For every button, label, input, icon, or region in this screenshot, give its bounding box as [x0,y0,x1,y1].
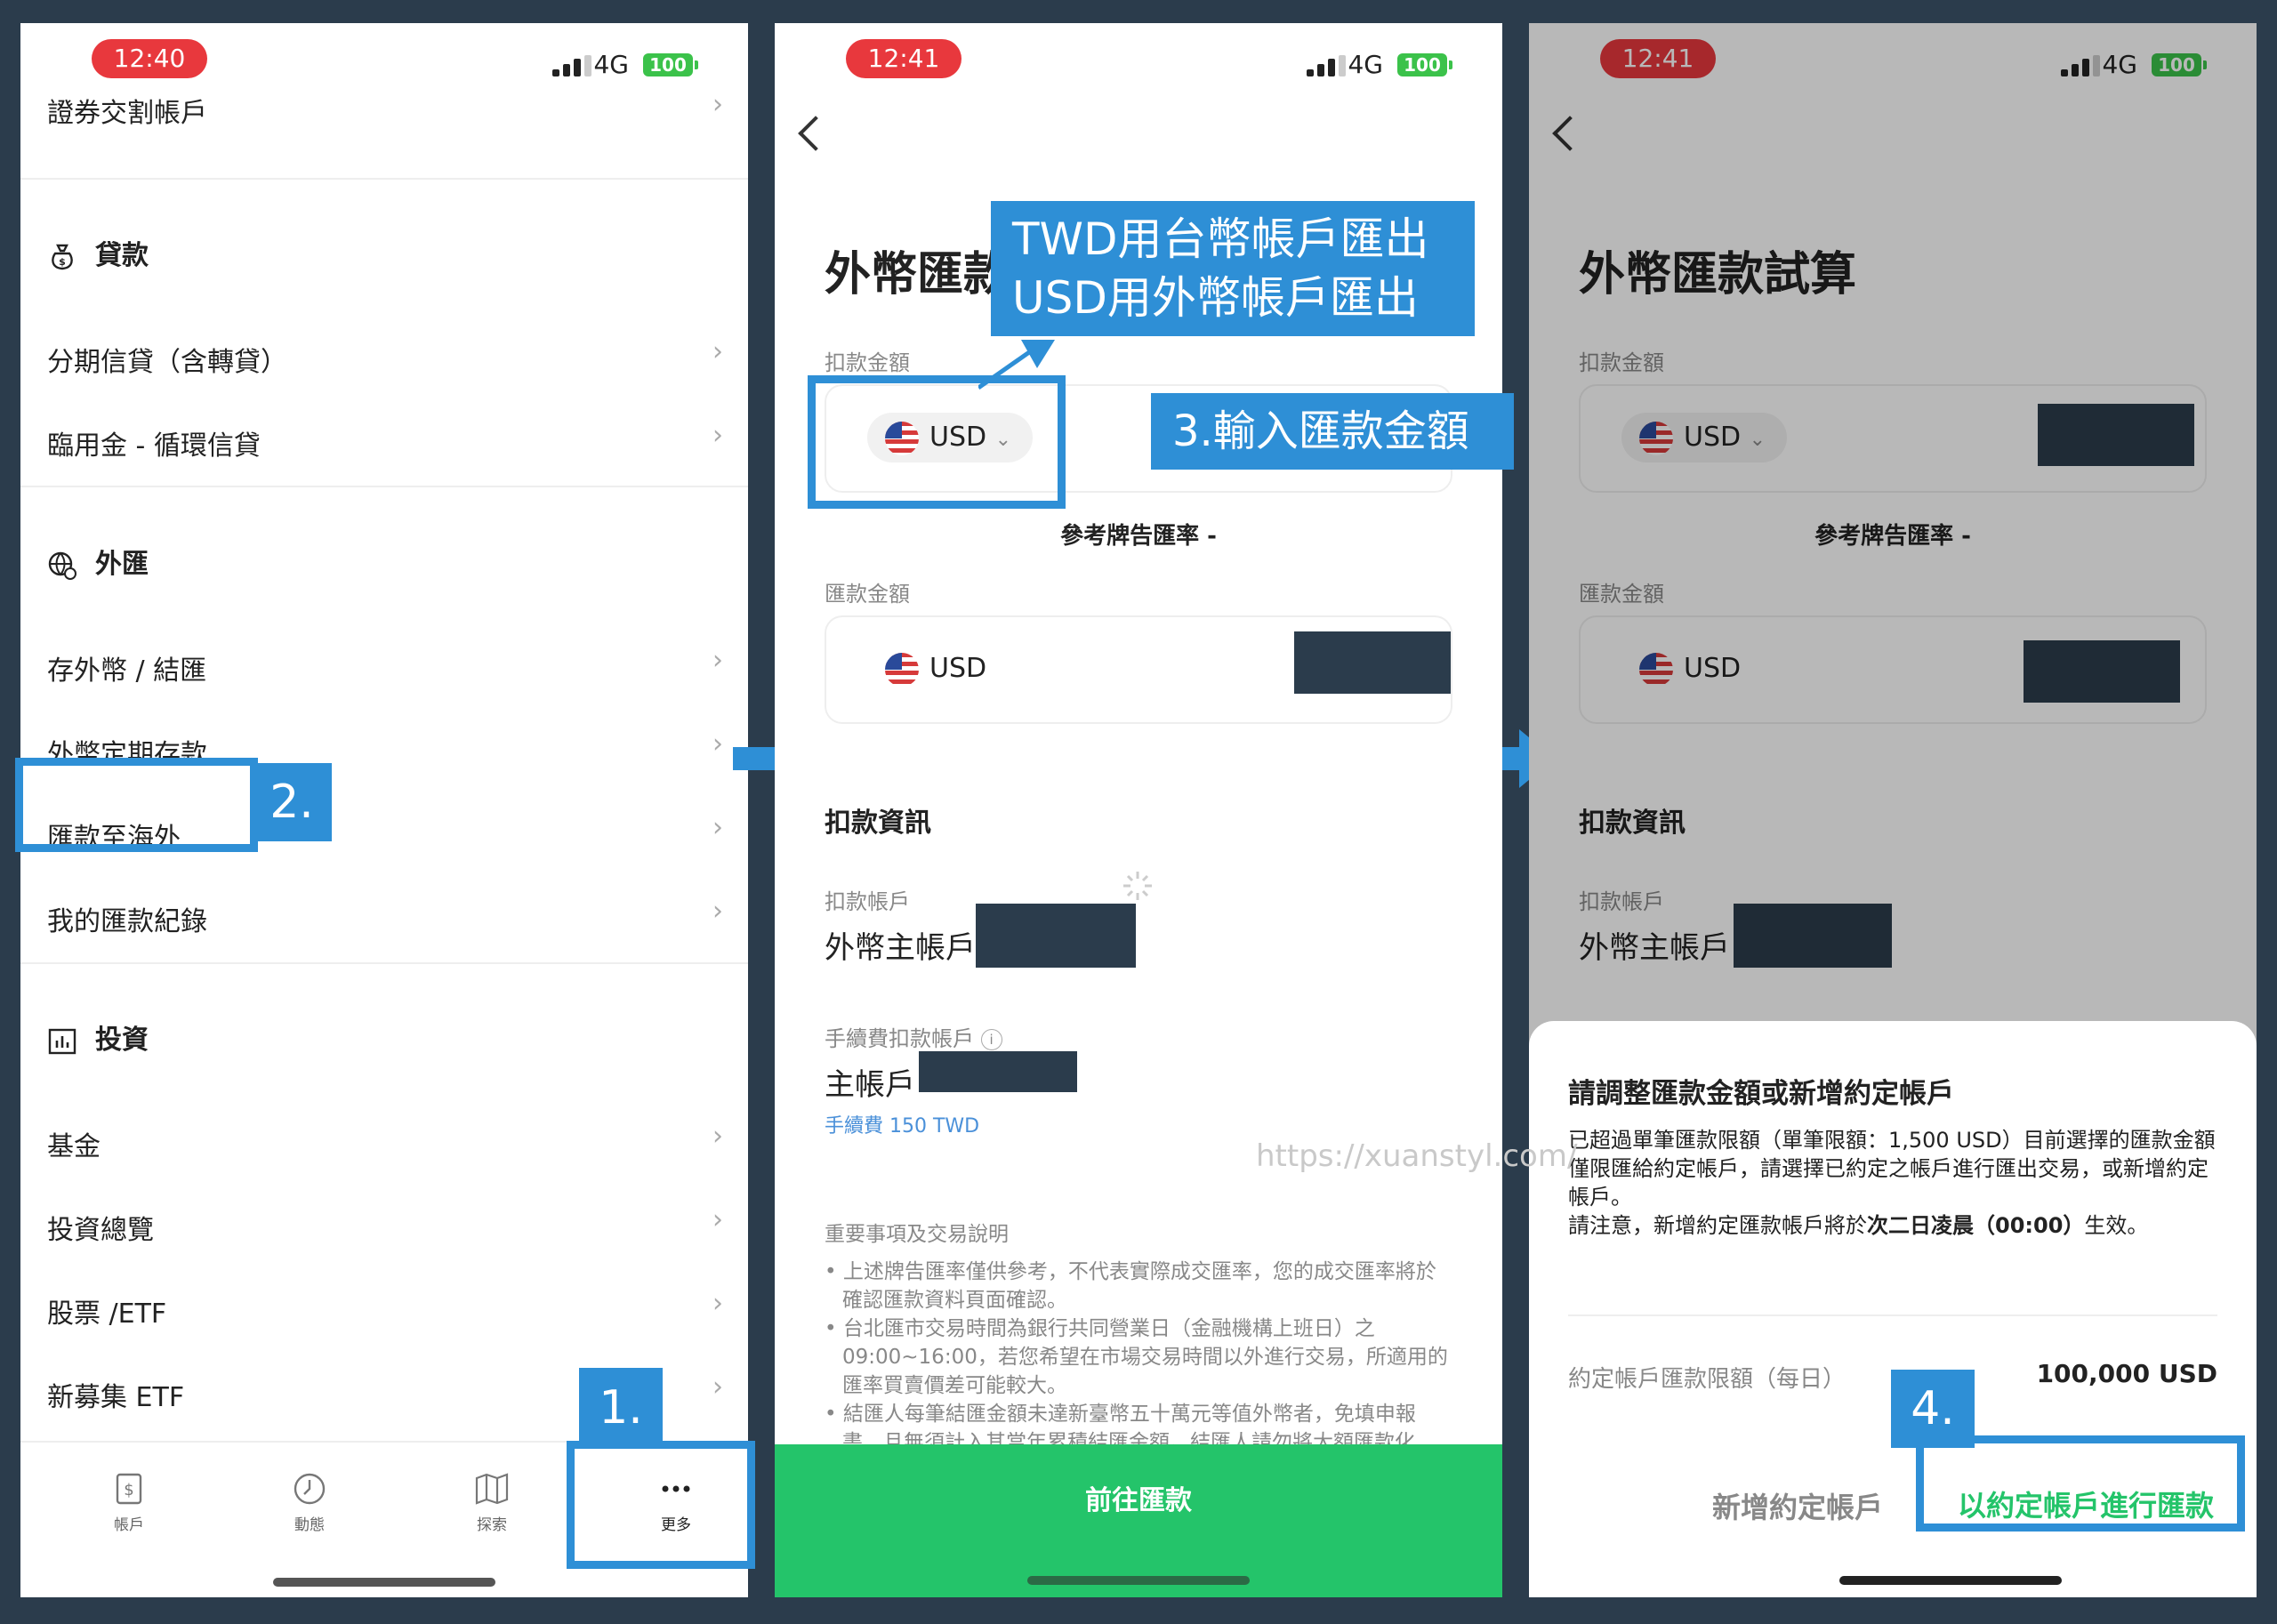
step-2-callout: 2. [252,763,332,841]
info-icon[interactable]: i [980,1029,1002,1050]
tab-explore[interactable]: 探索 [439,1469,545,1534]
tab-account[interactable]: $ 帳戶 [76,1469,182,1534]
chevron-right-icon: › [712,420,723,451]
dollar-icon: $ [116,1473,142,1505]
menu-item-label: 證券交割帳戶 [47,98,207,129]
divider [20,178,748,180]
chevron-right-icon: › [712,1204,723,1235]
section-title-invest: 投資 [47,1017,149,1057]
fee-link[interactable]: 手續費 150 TWD [825,1110,979,1138]
currency-display: USD [867,644,1008,694]
go-remit-button[interactable]: 前往匯款 [775,1444,1502,1597]
menu-item-label: 臨用金 - 循環信貸 [47,430,261,462]
home-indicator [1027,1576,1250,1585]
chevron-right-icon: › [712,728,723,760]
menu-item-label: 存外幣 / 結匯 [47,655,207,687]
network-label: 4G [1348,50,1383,79]
limit-value: 100,000 USD [2036,1359,2217,1388]
divider [20,486,748,487]
step-4-callout: 4. [1891,1370,1975,1448]
chevron-right-icon: › [712,1288,723,1319]
svg-text:$: $ [59,256,66,268]
phone-screen-limit-sheet: 12:41 4G 100 外幣匯款試算 扣款金額 USD ⌄ 參考牌告匯率 - … [1529,23,2257,1597]
section-title-debit-info: 扣款資訊 [825,808,931,839]
clock-icon [294,1473,326,1505]
svg-text:$: $ [124,1481,133,1499]
fee-account-label: 手續費扣款帳戶 i [825,1021,1002,1052]
menu-item-invest-overview[interactable]: 投資總覽 › [20,1183,748,1266]
signal-icon [552,55,591,76]
notes-section: 重要事項及交易說明 • 上述牌告匯率僅供參考，不代表實際成交匯率，您的成交匯率將… [825,1220,1456,1457]
tab-activity[interactable]: 動態 [256,1469,363,1534]
chevron-right-icon: › [712,89,723,120]
sheet-body: 已超過單筆匯款限額（單筆限額：1,500 USD）目前選擇的匯款金額僅限匯給約定… [1568,1128,2216,1238]
remit-amount-field[interactable]: USD [825,615,1452,724]
map-icon [475,1473,509,1505]
menu-item-label: 投資總覽 [47,1215,154,1246]
battery-icon: 100 [1397,53,1452,76]
menu-item-label: 股票 /ETF [47,1298,167,1330]
home-indicator [1839,1576,2063,1585]
chart-icon [48,1028,76,1054]
note-item: • 台北匯市交易時間為銀行共同營業日（金融機構上班日）之 09:00~16:00… [825,1317,1448,1397]
highlight-remit-overseas [15,758,258,852]
section-title-fx: 外匯 [47,542,149,581]
status-time: 12:40 [92,39,207,78]
notes-title: 重要事項及交易說明 [825,1223,1009,1246]
divider [20,962,748,964]
globe-exchange-icon [48,551,76,580]
menu-item-label: 分期信貸（含轉貸） [47,347,287,378]
highlight-remit-designated-button [1916,1435,2245,1532]
remit-amount-label: 匯款金額 [825,582,910,607]
battery-icon: 100 [643,53,698,76]
menu-item-label: 新募集 ETF [47,1382,185,1413]
debit-amount-label: 扣款金額 [825,350,910,375]
fee-account-value: 主帳戶 [825,1067,915,1103]
section-title-loans: $ 貸款 [47,233,149,272]
redacted-amount [1294,631,1451,694]
menu-item-label: 我的匯款紀錄 [47,906,207,937]
signal-icon [1307,55,1346,76]
add-designated-account-button[interactable]: 新增約定帳戶 [1712,1485,1883,1526]
status-time: 12:41 [846,39,961,78]
watermark: https://xuanstyl.com/ [1256,1138,1578,1174]
back-arrow-icon[interactable] [798,116,833,151]
limit-label: 約定帳戶匯款限額（每日） [1568,1366,1847,1393]
highlight-more-tab [567,1441,755,1569]
chevron-right-icon: › [712,1121,723,1152]
menu-item-stock-etf[interactable]: 股票 /ETF › [20,1266,748,1350]
debit-account-value[interactable]: 外幣主帳戶 [825,923,976,967]
step-1-callout: 1. [579,1368,663,1448]
divider [1568,1314,2217,1316]
redacted-account [976,904,1136,968]
network-label: 4G [593,50,629,79]
money-bag-icon: $ [52,244,73,269]
debit-account-label: 扣款帳戶 [825,889,910,914]
loading-spinner-icon [1123,872,1152,900]
chevron-right-icon: › [712,896,723,927]
menu-item-revolving-credit[interactable]: 臨用金 - 循環信貸 › [20,398,748,482]
currency-note-callout: TWD用台幣帳戶匯出 USD用外幣帳戶匯出 [991,201,1475,336]
status-bar: 12:41 4G 100 [775,23,1502,103]
reference-rate: 參考牌告匯率 - [1060,523,1217,550]
chevron-right-icon: › [712,336,723,367]
chevron-right-icon: › [712,812,723,843]
step-3-callout: 3.輸入匯款金額 [1151,393,1514,470]
arrow-up-right-icon [978,340,1055,390]
menu-item-securities[interactable]: 證券交割帳戶 › [20,89,748,153]
menu-item-label: 基金 [47,1131,101,1162]
menu-item-installment-loan[interactable]: 分期信貸（含轉貸） › [20,315,748,398]
chevron-right-icon: › [712,645,723,676]
sheet-title: 請調整匯款金額或新增約定帳戶 [1568,1078,1954,1110]
menu-item-fx-deposit[interactable]: 存外幣 / 結匯 › [20,623,748,707]
highlight-currency-select [808,375,1066,509]
chevron-right-icon: › [712,1371,723,1403]
note-item: • 上述牌告匯率僅供參考，不代表實際成交匯率，您的成交匯率將於確認匯款資料頁面確… [825,1260,1436,1312]
home-indicator [273,1578,495,1587]
us-flag-icon [885,652,919,687]
redacted-fee-account [919,1051,1077,1092]
menu-item-fund[interactable]: 基金 › [20,1099,748,1183]
menu-item-remit-records[interactable]: 我的匯款紀錄 › [20,874,748,958]
